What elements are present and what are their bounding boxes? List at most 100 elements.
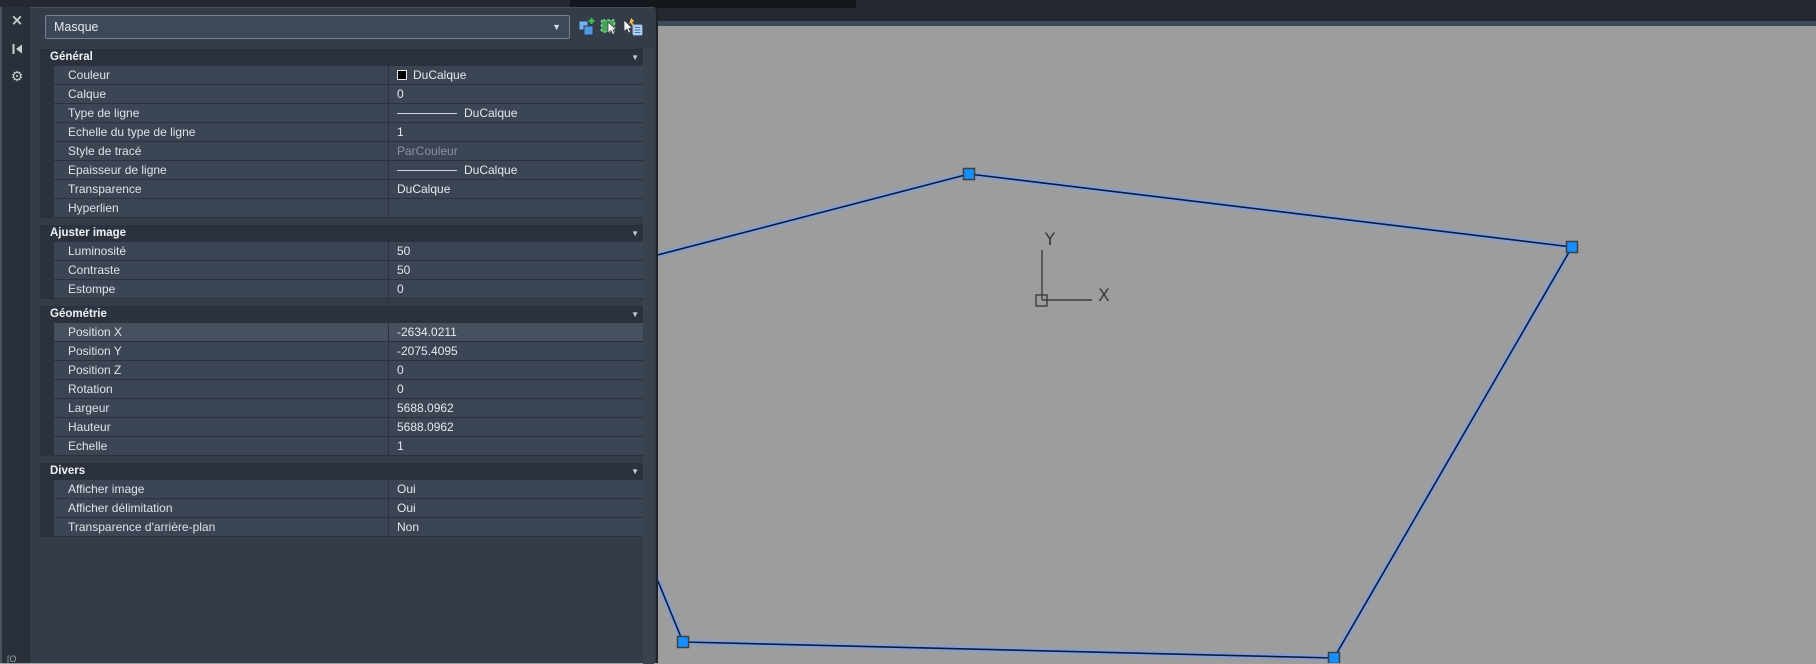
property-label: Echelle du type de ligne [68,125,196,139]
property-row[interactable]: Transparence DuCalque [54,180,648,199]
section-header[interactable]: Divers ▼ [40,463,648,480]
property-value-text: ParCouleur [397,144,458,158]
palette-title-strip: × ⚙ [O [0,7,30,664]
color-swatch [397,70,407,80]
property-value[interactable]: 1 [388,437,648,455]
selected-polyline[interactable] [642,170,1576,662]
property-value[interactable]: DuCalque [388,161,648,179]
ucs-x-label: X [1098,286,1110,306]
property-value-text: 0 [397,382,404,396]
palette-body: Masque ▼ Général ▼ Couleur DuCalque Calq… [30,7,658,664]
property-value-text: Non [397,520,420,534]
property-row[interactable]: Style de tracé ParCouleur [54,142,648,161]
property-label: Transparence d'arrière-plan [68,520,216,534]
property-row[interactable]: Rotation 0 [54,380,648,399]
property-value-text: 1 [397,125,404,139]
property-value[interactable] [388,199,648,217]
property-value[interactable]: 0 [388,380,648,398]
property-row[interactable]: Echelle du type de ligne 1 [54,123,648,142]
property-value[interactable]: DuCalque [388,104,648,122]
property-label: Estompe [68,282,116,296]
property-row[interactable]: Afficher délimitation Oui [54,499,648,518]
properties-palette: × ⚙ [O Masque ▼ Général ▼ Couleur DuCalq… [0,7,660,664]
property-value[interactable]: 0 [388,361,648,379]
property-value-text: 0 [397,363,404,377]
property-row[interactable]: Couleur DuCalque [54,66,648,85]
property-row[interactable]: Echelle 1 [54,437,648,456]
property-label: Style de tracé [68,144,142,158]
section-rows: Couleur DuCalque Calque 0 Type de ligne DuCal… [40,66,648,218]
property-label: Afficher délimitation [68,501,173,515]
property-row[interactable]: Transparence d'arrière-plan Non [54,518,648,537]
property-row[interactable]: Position X -2634.0211 [54,323,648,342]
property-section: Général ▼ Couleur DuCalque Calque 0 Type de li… [40,49,648,218]
section-title: Divers [50,465,86,477]
property-row[interactable]: Estompe 0 [54,280,648,299]
section-header[interactable]: Ajuster image ▼ [40,225,648,242]
section-header[interactable]: Général ▼ [40,49,648,66]
property-value[interactable]: 50 [388,242,648,260]
grip-handle[interactable] [1327,651,1341,664]
property-value-text: -2075.4095 [397,344,458,358]
toggle-pickadd-icon[interactable] [576,16,598,38]
property-row[interactable]: Luminosité 50 [54,242,648,261]
property-value[interactable]: 0 [388,85,648,103]
property-value[interactable]: DuCalque [388,180,648,198]
property-value[interactable]: 0 [388,280,648,298]
selected-polyline[interactable] [645,173,1573,659]
auto-hide-pin-icon[interactable] [8,40,26,58]
section-rows: Luminosité 50 Contraste 50 Estompe 0 [40,242,648,299]
selected-polygon[interactable] [642,167,1579,664]
chevron-down-icon: ▼ [552,22,561,32]
property-row[interactable]: Afficher image Oui [54,480,648,499]
section-collapse-icon[interactable]: ▼ [631,463,639,480]
property-row[interactable]: Calque 0 [54,85,648,104]
close-icon[interactable]: × [8,11,26,29]
object-type-dropdown[interactable]: Masque ▼ [45,15,570,39]
section-collapse-icon[interactable]: ▼ [631,306,639,323]
property-value[interactable]: -2634.0211 [388,323,648,341]
section-collapse-icon[interactable]: ▼ [631,225,639,242]
property-value[interactable]: -2075.4095 [388,342,648,360]
ucs-icon: Y X [1035,230,1110,307]
gear-icon[interactable]: ⚙ [8,68,26,86]
quick-select-icon[interactable] [621,16,643,38]
section-rows: Afficher image Oui Afficher délimitation Ou… [40,480,648,537]
property-value[interactable]: 5688.0962 [388,418,648,436]
property-label: Luminosité [68,244,127,258]
property-value-text: 5688.0962 [397,420,454,434]
property-value[interactable]: 1 [388,123,648,141]
property-value-text: Oui [397,501,416,515]
property-value-text: 1 [397,439,404,453]
property-row[interactable]: Type de ligne DuCalque [54,104,648,123]
selected-polyline[interactable] [643,171,1575,661]
property-value[interactable]: DuCalque [388,66,648,84]
grip-handle[interactable] [962,167,976,181]
property-row[interactable]: Hyperlien [54,199,648,218]
grip-handle[interactable] [676,635,690,649]
property-label: Position Y [68,344,122,358]
section-rows: Position X -2634.0211 Position Y -2075.4095… [40,323,648,456]
property-value-text: Oui [397,482,416,496]
property-value[interactable]: 50 [388,261,648,279]
property-label: Largeur [68,401,110,415]
section-header[interactable]: Géométrie ▼ [40,306,648,323]
property-row[interactable]: Contraste 50 [54,261,648,280]
grip-handle[interactable] [1565,240,1579,254]
property-value-text: DuCalque [413,68,467,82]
property-value[interactable]: Oui [388,480,648,498]
property-row[interactable]: Position Y -2075.4095 [54,342,648,361]
property-row[interactable]: Hauteur 5688.0962 [54,418,648,437]
property-row[interactable]: Position Z 0 [54,361,648,380]
section-collapse-icon[interactable]: ▼ [631,49,639,66]
property-value[interactable]: Non [388,518,648,536]
property-row[interactable]: Largeur 5688.0962 [54,399,648,418]
section-title: Géométrie [50,308,107,320]
property-label: Rotation [68,382,113,396]
property-row[interactable]: Epaisseur de ligne DuCalque [54,161,648,180]
property-value[interactable]: ParCouleur [388,142,648,160]
palette-scrollbar[interactable] [643,48,654,664]
select-objects-icon[interactable] [599,16,621,38]
property-value[interactable]: Oui [388,499,648,517]
property-value[interactable]: 5688.0962 [388,399,648,417]
